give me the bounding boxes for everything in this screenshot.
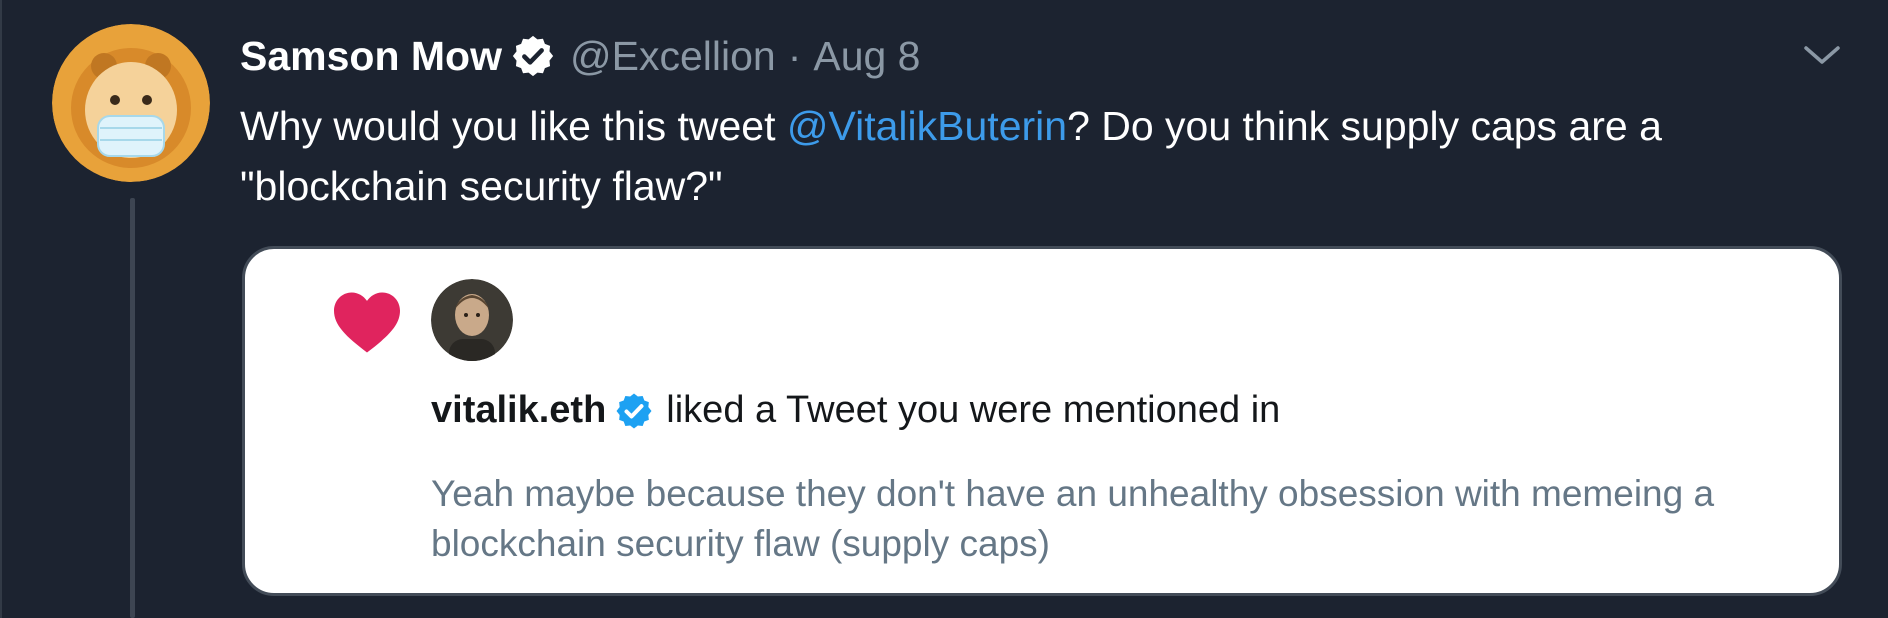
heart-icon (331, 287, 403, 355)
notification-card-image[interactable]: vitalik.eth liked a Tweet you were menti… (242, 246, 1842, 596)
header-separator: · (787, 32, 802, 79)
verified-badge-icon (614, 391, 654, 431)
verified-badge-icon (510, 33, 556, 79)
tweet-header: Samson Mow @Excellion · Aug 8 (240, 30, 921, 82)
chevron-down-icon[interactable] (1800, 40, 1844, 70)
liker-avatar (431, 279, 513, 361)
author-name[interactable]: Samson Mow (240, 33, 502, 80)
liker-name: vitalik.eth (431, 389, 607, 431)
author-avatar[interactable] (52, 24, 210, 182)
quoted-tweet-text: Yeah maybe because they don't have an un… (431, 473, 1715, 564)
tweet-date[interactable]: Aug 8 (813, 33, 920, 80)
tweet-text: Why would you like this tweet @VitalikBu… (240, 96, 1840, 216)
column-border (0, 0, 2, 618)
liked-notification-line: vitalik.eth liked a Tweet you were menti… (431, 389, 1280, 432)
thread-connector-line (130, 198, 135, 618)
author-handle[interactable]: @Excellion (570, 33, 776, 80)
tweet-text-before: Why would you like this tweet (240, 103, 787, 149)
liked-text: liked a Tweet you were mentioned in (666, 389, 1281, 431)
mention-link[interactable]: @VitalikButerin (787, 103, 1067, 149)
